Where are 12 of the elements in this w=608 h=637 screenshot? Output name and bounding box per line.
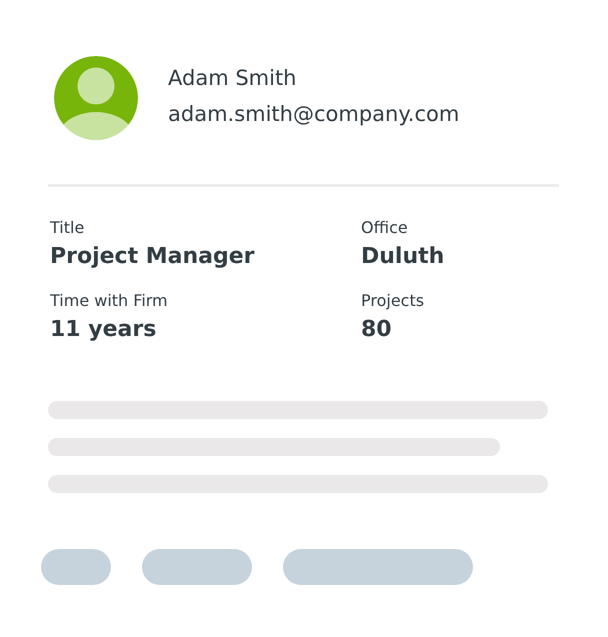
user-name: Adam Smith	[168, 65, 298, 92]
placeholder-pill	[41, 549, 111, 585]
field-value: 80	[361, 316, 393, 344]
user-email: adam.smith@company.com	[168, 101, 460, 128]
field-label: Projects	[361, 290, 426, 312]
field-label: Time with Firm	[50, 290, 169, 312]
field-value: Duluth	[361, 243, 446, 271]
field-label: Title	[50, 217, 86, 239]
field-label: Office	[361, 217, 409, 239]
field-value: 11 years	[50, 316, 158, 344]
field-value: Project Manager	[50, 243, 256, 271]
avatar-icon	[54, 56, 138, 140]
